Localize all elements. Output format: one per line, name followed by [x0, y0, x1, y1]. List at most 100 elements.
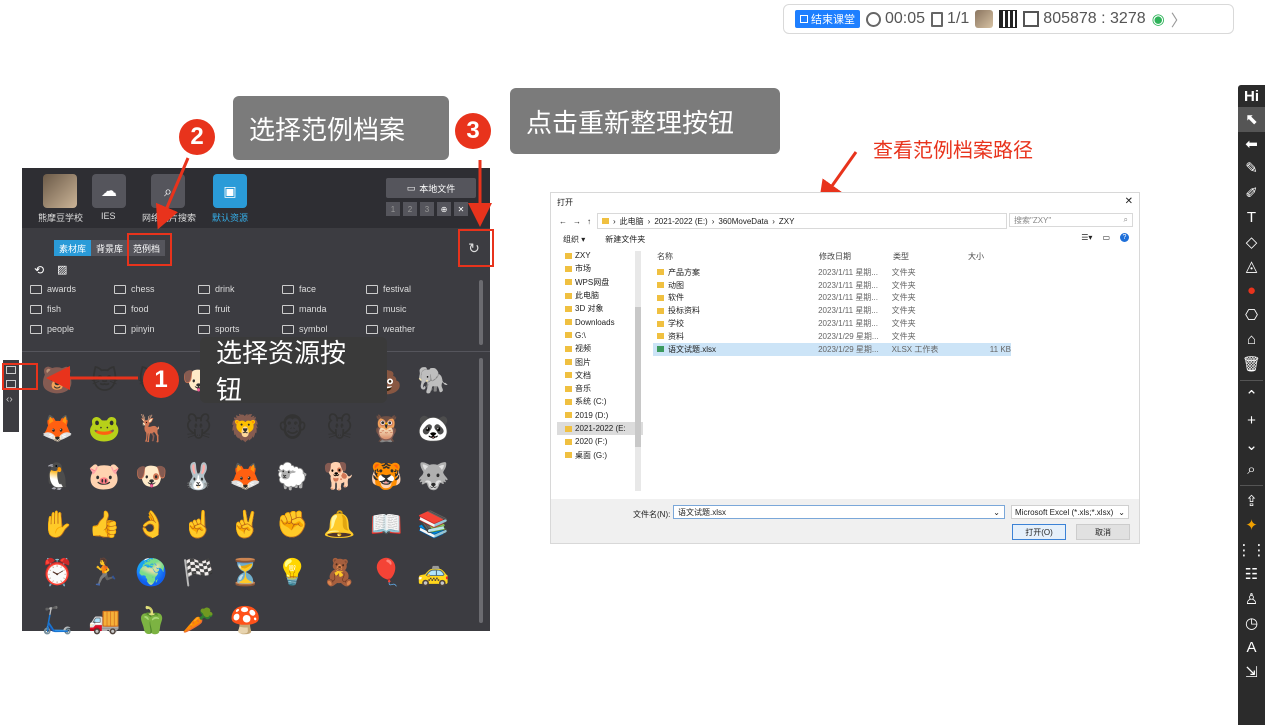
tree-item[interactable]: 桌面 (G:) [557, 448, 643, 461]
quiz-icon[interactable]: ☷ [1238, 562, 1265, 587]
back-icon[interactable]: ← [559, 217, 567, 226]
folder-icon [565, 425, 572, 432]
folder-icon [565, 279, 572, 286]
folder-icon [657, 294, 664, 301]
folder-icon [602, 218, 609, 224]
view-controls: ☰▾ ▭ ? [1081, 233, 1129, 242]
caption-icon[interactable]: A [1238, 636, 1265, 661]
exit-icon[interactable]: ⇲ [1238, 660, 1265, 685]
marker-icon[interactable]: ✐ [1238, 181, 1265, 206]
folder-icon [565, 385, 572, 392]
chevron-down-icon: ⌄ [1118, 507, 1125, 517]
text-icon[interactable]: T [1238, 205, 1265, 230]
column-headers: 名称 修改日期 类型 大小 [657, 251, 1013, 262]
folder-icon [657, 333, 664, 340]
up-icon[interactable]: ⌃ [1238, 384, 1265, 409]
filename-label: 文件名(N): [633, 510, 671, 519]
timer-icon[interactable]: ◷ [1238, 611, 1265, 636]
filetype-select[interactable]: Microsoft Excel (*.xls;*.xlsx) ⌄ [1011, 505, 1129, 519]
user-icon[interactable]: ♙ [1238, 587, 1265, 612]
organize-button[interactable]: 组织 ▾ [563, 234, 585, 245]
tree-item[interactable]: Downloads [557, 315, 643, 328]
zoom-icon[interactable]: ⌕ [1238, 457, 1265, 482]
file-row[interactable]: 语文试题.xlsx 2023/1/29 星期... XLSX 工作表 11 KB [653, 342, 1011, 356]
file-row[interactable]: 动图 2023/1/11 星期... 文件夹 [653, 279, 1011, 292]
folder-icon [565, 452, 572, 459]
file-row[interactable]: 学校 2023/1/11 星期... 文件夹 [653, 317, 1011, 330]
down-icon[interactable]: ⌄ [1238, 433, 1265, 458]
tree-item[interactable]: 市场 [557, 262, 643, 275]
tree-item[interactable]: G:\ [557, 329, 643, 342]
folder-icon [565, 292, 572, 299]
column-size[interactable]: 大小 [968, 251, 1013, 262]
folder-icon [657, 307, 664, 314]
tree-item[interactable]: 文档 [557, 369, 643, 382]
chevron-down-icon: ⌄ [993, 507, 1000, 517]
undo-icon[interactable]: ⬅ [1238, 132, 1265, 157]
eraser-icon[interactable]: ◇ [1238, 230, 1265, 255]
folder-icon [565, 305, 572, 312]
up-icon[interactable]: ↑ [587, 217, 591, 226]
breadcrumb[interactable]: › 此电脑 › 2021-2022 (E:) › 360MoveData › ZXY [597, 213, 1007, 229]
search-input[interactable]: 搜索"ZXY" ⌕ [1009, 213, 1133, 227]
tree-item[interactable]: 3D 对象 [557, 302, 643, 315]
view-icon[interactable]: ☰▾ [1081, 233, 1092, 242]
pane-icon[interactable]: ▭ [1102, 233, 1110, 242]
file-row[interactable]: 投标资料 2023/1/11 星期... 文件夹 [653, 304, 1011, 317]
share-icon[interactable]: ⇪ [1238, 489, 1265, 514]
folder-icon [565, 359, 572, 366]
stamp-icon[interactable]: ⎔ [1238, 303, 1265, 328]
open-file-dialog: 打开 ✕ ← → ↑ › 此电脑 › 2021-2022 (E:) › 360Mov… [550, 192, 1140, 544]
forward-icon[interactable]: → [573, 217, 581, 226]
folder-icon [565, 345, 572, 352]
file-row[interactable]: 资料 2023/1/29 星期... 文件夹 [653, 330, 1011, 343]
tree-item[interactable]: 2021-2022 (E: [557, 421, 643, 436]
arrow-step-2 [155, 157, 190, 230]
new-folder-button[interactable]: 新建文件夹 [605, 234, 645, 245]
file-list: 产品方案 2023/1/11 星期... 文件夹 动图 2023/1/11 星期... 文… [653, 266, 1011, 356]
navigation-tree: ZXY 市场 WPS网盘 此电脑 3D 对象 Downloads G:\ 视频 图片 文档 音乐 系统… [557, 249, 643, 462]
open-button[interactable]: 打开(O) [1012, 524, 1066, 540]
apps-icon[interactable]: ⋮⋮ [1237, 538, 1265, 563]
tree-item[interactable]: 2020 (F:) [557, 435, 643, 448]
folder-icon [657, 269, 664, 276]
help-icon[interactable]: ? [1120, 233, 1129, 242]
folder-icon [657, 282, 664, 289]
dialog-toolbar: 组织 ▾ 新建文件夹 [563, 234, 645, 245]
search-icon: ⌕ [1123, 215, 1128, 224]
file-row[interactable]: 软件 2023/1/11 星期... 文件夹 [653, 292, 1011, 305]
pointer-icon[interactable]: ⬉ [1238, 107, 1265, 132]
pen-icon[interactable]: ✎ [1238, 156, 1265, 181]
palette-icon[interactable]: ● [1238, 279, 1265, 304]
close-icon[interactable]: ✕ [1125, 196, 1133, 207]
clear-icon[interactable]: ⌂ [1238, 328, 1265, 353]
tree-item[interactable]: WPS网盘 [557, 276, 643, 289]
laser-icon[interactable]: ✦ [1238, 513, 1265, 538]
column-type[interactable]: 类型 [893, 251, 968, 262]
column-name[interactable]: 名称 [657, 251, 819, 262]
folder-icon [565, 265, 572, 272]
tree-item[interactable]: 视频 [557, 342, 643, 355]
column-date[interactable]: 修改日期 [819, 251, 893, 262]
folder-icon [565, 332, 572, 339]
tree-item[interactable]: 图片 [557, 355, 643, 368]
folder-icon [565, 319, 572, 326]
tree-item[interactable]: 此电脑 [557, 289, 643, 302]
tree-item[interactable]: ZXY [557, 249, 643, 262]
hi-logo[interactable]: Hi [1238, 85, 1265, 107]
tree-item[interactable]: 音乐 [557, 382, 643, 395]
address-bar: ← → ↑ › 此电脑 › 2021-2022 (E:) › 360MoveData… [559, 213, 1007, 229]
fill-icon[interactable]: ◬ [1238, 254, 1265, 279]
filename-input[interactable]: 语文试题.xlsx ⌄ [673, 505, 1005, 519]
tree-scrollbar[interactable] [635, 251, 641, 491]
excel-file-icon [657, 346, 664, 353]
folder-icon [565, 372, 572, 379]
tree-item[interactable]: 2019 (D:) [557, 409, 643, 422]
add-icon[interactable]: + [1238, 408, 1265, 433]
folder-icon [565, 252, 572, 259]
tree-item[interactable]: 系统 (C:) [557, 395, 643, 408]
right-toolbar: Hi ⬉ ⬅ ✎ ✐ T ◇ ◬ ● ⎔ ⌂ 🗑 ⌃ + ⌄ ⌕ ⇪ ✦ ⋮⋮ … [1237, 85, 1265, 725]
file-row[interactable]: 产品方案 2023/1/11 星期... 文件夹 [653, 266, 1011, 279]
delete-icon[interactable]: 🗑 [1238, 352, 1265, 377]
cancel-button[interactable]: 取消 [1076, 524, 1130, 540]
